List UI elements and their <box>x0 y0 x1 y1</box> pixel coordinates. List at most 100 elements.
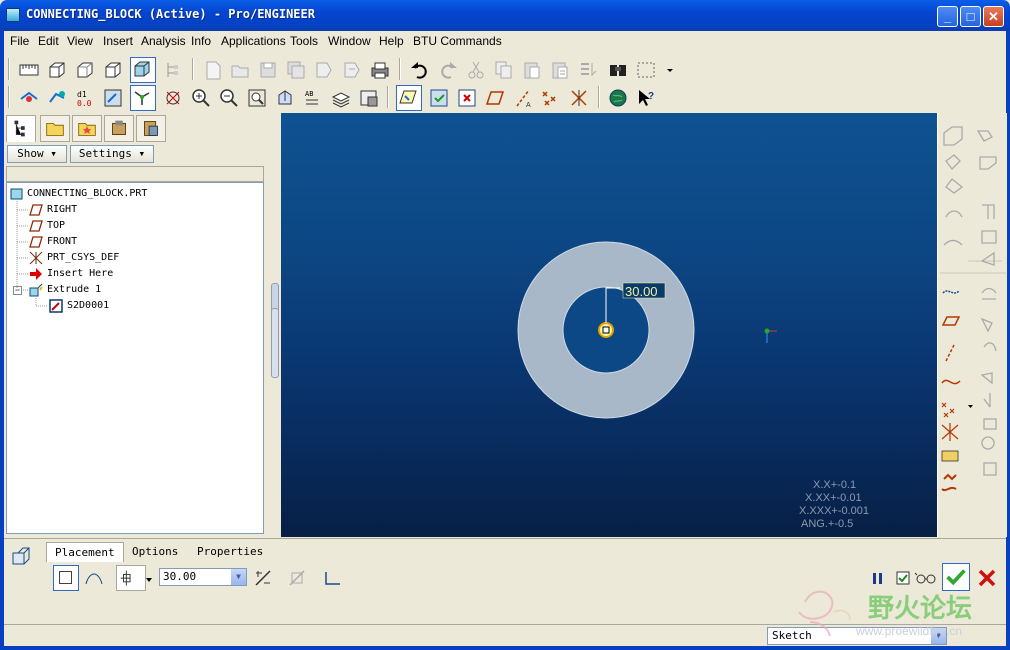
close-window-icon[interactable] <box>456 87 478 109</box>
menu-view[interactable]: View <box>67 34 93 48</box>
refit-icon[interactable] <box>246 87 268 109</box>
flip-direction-button[interactable] <box>250 565 276 591</box>
verify-glasses-button[interactable] <box>913 565 939 591</box>
menu-btu-commands[interactable]: BTU Commands <box>413 34 502 48</box>
selection-filter[interactable]: Sketch ▼ <box>767 627 947 645</box>
depth-option-dropdown-icon[interactable] <box>146 573 152 582</box>
menu-file[interactable]: File <box>10 34 29 48</box>
menu-help[interactable]: Help <box>379 34 404 48</box>
context-help-icon[interactable]: ? <box>635 87 657 109</box>
tree-connectors <box>16 201 48 307</box>
maximize-button[interactable]: □ <box>960 6 981 27</box>
connections-tab[interactable] <box>104 115 134 142</box>
layers-icon[interactable] <box>330 87 352 109</box>
print-icon[interactable] <box>369 59 391 81</box>
datum-point-toggle-icon[interactable] <box>540 87 562 109</box>
svg-text:A: A <box>526 102 531 109</box>
no-hidden-icon[interactable] <box>102 59 124 81</box>
minimize-button[interactable]: _ <box>937 6 958 27</box>
extrude-solid-button[interactable] <box>53 565 79 591</box>
depth-dropdown-icon[interactable]: ▼ <box>231 569 246 585</box>
plane-display-active-icon[interactable] <box>396 85 422 111</box>
new-file-icon[interactable] <box>202 59 224 81</box>
menu-edit[interactable]: Edit <box>38 34 59 48</box>
select-window-icon[interactable] <box>428 87 450 109</box>
favorites-tab[interactable] <box>72 115 102 142</box>
datum-plane-toggle-icon[interactable] <box>484 87 506 109</box>
tab-placement[interactable]: Placement <box>46 542 124 562</box>
csys-toggle-icon[interactable] <box>568 87 590 109</box>
model-tree-tab[interactable] <box>6 115 36 142</box>
close-button[interactable]: ✕ <box>983 6 1004 27</box>
spin-center-icon[interactable] <box>162 87 184 109</box>
wireframe-active-icon[interactable] <box>130 57 156 83</box>
menu-info[interactable]: Info <box>191 34 211 48</box>
pause-button[interactable] <box>868 565 888 591</box>
model-tree: CONNECTING_BLOCK.PRT RIGHT TOP FRONT PRT… <box>6 182 264 534</box>
zoom-in-icon[interactable] <box>190 87 212 109</box>
view-manager-icon[interactable] <box>358 87 380 109</box>
depth-option-button[interactable] <box>116 565 146 591</box>
cut-icon[interactable] <box>465 59 487 81</box>
depth-value-field[interactable]: 30.00 ▼ <box>159 568 247 586</box>
show-dropdown[interactable]: Show ▾ <box>7 145 67 163</box>
preview-check-button[interactable] <box>895 565 913 591</box>
menu-analysis[interactable]: Analysis <box>141 34 186 48</box>
selection-box-icon[interactable] <box>635 59 657 81</box>
saved-views-icon[interactable]: AB <box>302 87 324 109</box>
datum-axis-display-icon[interactable] <box>18 87 40 109</box>
menu-window[interactable]: Window <box>328 34 371 48</box>
csys-marker-icon <box>764 328 770 334</box>
csys-display-active-icon[interactable] <box>130 85 156 111</box>
navigator-splitter[interactable] <box>270 113 280 537</box>
zoom-out-icon[interactable] <box>218 87 240 109</box>
reorient-icon[interactable] <box>274 87 296 109</box>
model-canvas[interactable] <box>281 113 937 537</box>
toolbar-separator <box>598 86 600 108</box>
datum-axis-toggle-icon[interactable]: A <box>512 87 534 109</box>
toolbar-separator <box>399 58 401 80</box>
remove-material-button[interactable] <box>284 565 310 591</box>
backup-icon[interactable] <box>341 59 363 81</box>
title-bar[interactable]: CONNECTING_BLOCK (Active) - Pro/ENGINEER… <box>0 0 1010 31</box>
folder-browser-tab[interactable] <box>40 115 70 142</box>
undo-icon[interactable] <box>409 59 431 81</box>
extrude-surface-button[interactable] <box>81 565 107 591</box>
tolerance-xxx: X.XXX+-0.001 <box>799 505 870 517</box>
menu-applications[interactable]: Applications <box>221 34 286 48</box>
menu-tools[interactable]: Tools <box>290 34 318 48</box>
cancel-button[interactable] <box>974 565 1000 591</box>
save-copy-icon[interactable] <box>285 59 307 81</box>
tree-item-sketch[interactable]: S2D0001 <box>67 299 109 313</box>
find-icon[interactable] <box>607 59 629 81</box>
depth-dimension-label[interactable]: 30.00 <box>625 284 658 299</box>
globe-icon[interactable] <box>607 87 629 109</box>
thicken-sketch-button[interactable] <box>320 565 346 591</box>
tab-properties[interactable]: Properties <box>189 542 271 562</box>
accept-button[interactable] <box>942 563 970 591</box>
tab-options[interactable]: Options <box>124 542 186 562</box>
open-folder-icon[interactable] <box>229 59 251 81</box>
splitter-expand-icon[interactable] <box>271 308 279 378</box>
settings-dropdown[interactable]: Settings ▾ <box>70 145 154 163</box>
filter-dropdown-icon[interactable]: ▼ <box>931 628 946 644</box>
graphics-window[interactable]: 30.00 X.X+-0.1 X.XX+-0.01 X.XXX+-0.001 A… <box>281 113 937 537</box>
redo-icon[interactable] <box>437 59 459 81</box>
ruler-icon[interactable] <box>18 59 40 81</box>
coordinate-display-icon[interactable]: d1 0.0 <box>74 87 96 109</box>
paste-special-icon[interactable] <box>549 59 571 81</box>
save-icon[interactable] <box>257 59 279 81</box>
paste-icon[interactable] <box>521 59 543 81</box>
copy-icon[interactable] <box>493 59 515 81</box>
feature-toolbar-icons <box>940 126 1006 492</box>
selection-dropdown-icon[interactable] <box>659 59 673 81</box>
datum-point-display-icon[interactable] <box>46 87 68 109</box>
regenerate-icon[interactable] <box>577 59 599 81</box>
sketch-view-icon[interactable] <box>102 87 124 109</box>
menu-insert[interactable]: Insert <box>103 34 133 48</box>
shading-icon[interactable] <box>46 59 68 81</box>
hidden-line-icon[interactable] <box>74 59 96 81</box>
layer-tree-tab[interactable] <box>136 115 166 142</box>
model-tree-toggle-icon[interactable] <box>162 59 184 81</box>
rename-icon[interactable] <box>313 59 335 81</box>
